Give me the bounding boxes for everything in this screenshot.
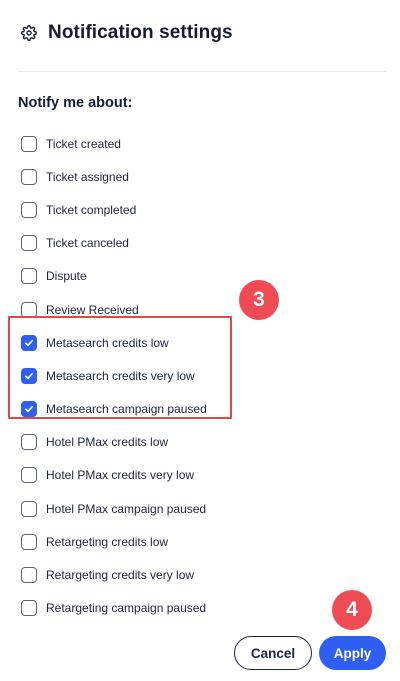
option-label: Metasearch campaign paused bbox=[46, 402, 207, 417]
checkbox[interactable] bbox=[21, 600, 37, 617]
checkmark-icon bbox=[25, 372, 33, 380]
checkbox[interactable] bbox=[21, 567, 37, 584]
notification-option[interactable]: Retargeting credits very low bbox=[21, 558, 381, 591]
header-divider bbox=[18, 71, 386, 72]
checkmark-icon bbox=[25, 339, 33, 346]
checkbox[interactable] bbox=[21, 334, 37, 351]
option-label: Hotel PMax credits very low bbox=[46, 468, 195, 483]
option-label: Dispute bbox=[46, 269, 87, 284]
checkbox[interactable] bbox=[21, 500, 37, 517]
checkbox[interactable] bbox=[21, 268, 37, 285]
option-label: Ticket assigned bbox=[46, 169, 129, 184]
notification-option[interactable]: Hotel PMax credits very low bbox=[21, 459, 381, 492]
option-label: Retargeting credits very low bbox=[46, 568, 195, 583]
annotation-step-4-badge: 4 bbox=[332, 590, 372, 630]
checkbox[interactable] bbox=[21, 235, 37, 252]
checkbox[interactable] bbox=[21, 201, 37, 218]
annotation-step-3-badge: 3 bbox=[239, 280, 279, 320]
option-label: Hotel PMax credits low bbox=[46, 435, 169, 450]
option-label: Hotel PMax campaign paused bbox=[46, 501, 207, 516]
notification-option[interactable]: Ticket created bbox=[21, 127, 381, 160]
page-title: Notification settings bbox=[48, 22, 233, 43]
checkbox[interactable] bbox=[21, 301, 37, 318]
section-heading: Notify me about: bbox=[18, 95, 133, 111]
notification-option[interactable]: Retargeting credits low bbox=[21, 525, 381, 558]
option-label: Retargeting campaign paused bbox=[46, 601, 207, 616]
apply-button[interactable]: Apply bbox=[319, 636, 386, 670]
notification-option[interactable]: Review Received bbox=[21, 293, 381, 326]
option-label: Metasearch credits very low bbox=[46, 368, 195, 383]
notification-options-list: Ticket created Ticket assigned Ticket comp… bbox=[21, 127, 381, 625]
notification-option[interactable]: Ticket canceled bbox=[21, 227, 381, 260]
option-label: Review Received bbox=[46, 302, 139, 317]
notification-option[interactable]: Retargeting campaign paused bbox=[21, 592, 381, 625]
notification-option[interactable]: Metasearch campaign paused bbox=[21, 393, 381, 426]
cancel-button[interactable]: Cancel bbox=[234, 636, 312, 670]
checkbox[interactable] bbox=[21, 401, 37, 418]
gear-icon bbox=[20, 24, 38, 42]
notification-option[interactable]: Ticket assigned bbox=[21, 160, 381, 193]
checkbox[interactable] bbox=[21, 135, 37, 152]
notification-option[interactable]: Ticket completed bbox=[21, 193, 381, 226]
option-label: Metasearch credits low bbox=[46, 335, 169, 350]
checkbox[interactable] bbox=[21, 168, 37, 185]
checkbox[interactable] bbox=[21, 367, 37, 384]
option-label: Ticket created bbox=[46, 136, 121, 151]
notification-option[interactable]: Hotel PMax campaign paused bbox=[21, 492, 381, 525]
notification-option[interactable]: Dispute bbox=[21, 260, 381, 293]
checkmark-icon bbox=[25, 406, 33, 413]
checkbox[interactable] bbox=[21, 533, 37, 550]
dialog-header: Notification settings bbox=[20, 20, 233, 46]
notification-option[interactable]: Metasearch credits very low bbox=[21, 359, 381, 392]
option-label: Retargeting credits low bbox=[46, 534, 169, 549]
checkbox[interactable] bbox=[21, 467, 37, 484]
option-label: Ticket completed bbox=[46, 202, 137, 217]
notification-option[interactable]: Hotel PMax credits low bbox=[21, 426, 381, 459]
checkbox[interactable] bbox=[21, 434, 37, 451]
notification-option[interactable]: Metasearch credits low bbox=[21, 326, 381, 359]
option-label: Ticket canceled bbox=[46, 236, 129, 251]
